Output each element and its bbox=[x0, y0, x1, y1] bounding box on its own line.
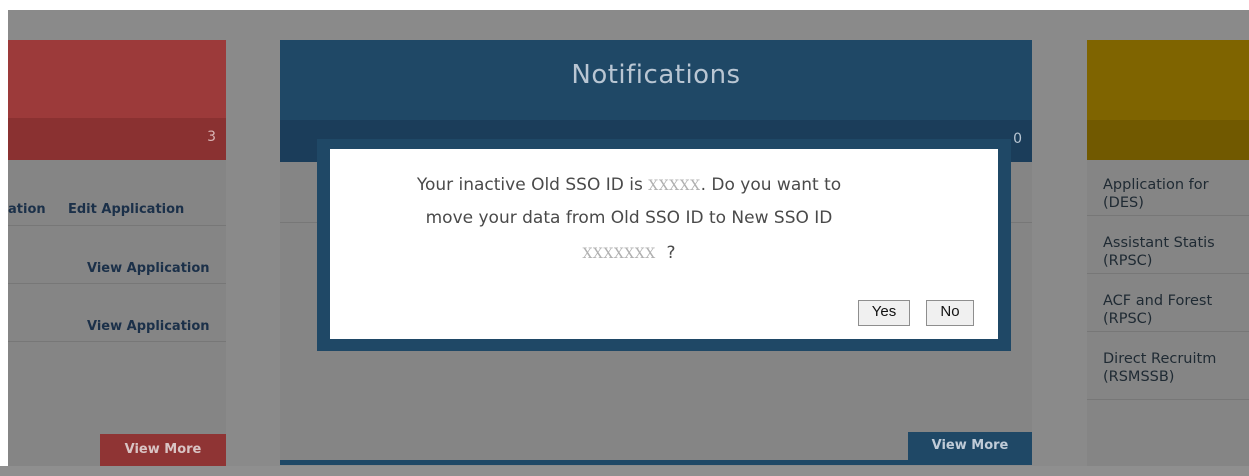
dialog-message-line1: Your inactive Old SSO ID is XXXXX. Do yo… bbox=[330, 175, 928, 195]
recruitment-panel-subheader bbox=[1087, 120, 1249, 160]
no-button[interactable]: No bbox=[926, 300, 974, 326]
recruitment-item-agency: (RSMSSB) bbox=[1103, 369, 1175, 385]
view-application-link[interactable]: View Application bbox=[87, 261, 210, 276]
row-divider bbox=[1087, 331, 1249, 332]
notifications-count: 0 bbox=[1013, 131, 1022, 147]
yes-button[interactable]: Yes bbox=[858, 300, 910, 326]
row-divider bbox=[8, 341, 226, 342]
new-sso-id: XXXXXXX bbox=[582, 246, 656, 262]
dialog-text: Your inactive Old SSO ID is bbox=[416, 175, 643, 195]
recruitment-item-title: ACF and Forest bbox=[1103, 293, 1213, 309]
recruitment-panel-header bbox=[1087, 40, 1249, 120]
left-edge bbox=[0, 0, 8, 476]
application-link-partial[interactable]: ation bbox=[8, 202, 46, 217]
dialog-message-line3: XXXXXXX ? bbox=[330, 243, 928, 263]
notifications-panel-bottom-bar bbox=[280, 460, 1032, 465]
row-divider bbox=[1087, 215, 1249, 216]
recruitment-item[interactable]: ACF and Forest (RPSC) bbox=[1103, 292, 1249, 328]
notifications-title: Notifications bbox=[571, 60, 741, 90]
sso-migration-dialog: Your inactive Old SSO ID is XXXXX. Do yo… bbox=[330, 149, 998, 339]
applications-view-more-button[interactable]: View More bbox=[100, 434, 226, 466]
bottom-strip bbox=[0, 466, 1249, 476]
recruitment-panel: Application for (DES) Assistant Statis (… bbox=[1087, 40, 1249, 472]
recruitment-item-title: Direct Recruitm bbox=[1103, 351, 1217, 367]
row-divider bbox=[1087, 399, 1249, 400]
question-mark: ? bbox=[666, 243, 676, 263]
dialog-message-line2: move your data from Old SSO ID to New SS… bbox=[425, 208, 833, 228]
notifications-panel-header: Notifications bbox=[280, 40, 1032, 120]
row-divider bbox=[8, 225, 226, 226]
recruitment-item[interactable]: Application for (DES) bbox=[1103, 176, 1249, 212]
applications-panel: 3 ation Edit Application View Applicatio… bbox=[8, 40, 226, 472]
recruitment-item[interactable]: Assistant Statis (RPSC) bbox=[1103, 234, 1249, 270]
recruitment-item-agency: (DES) bbox=[1103, 195, 1144, 211]
applications-count: 3 bbox=[207, 129, 216, 145]
recruitment-item-agency: (RPSC) bbox=[1103, 253, 1153, 269]
row-divider bbox=[1087, 273, 1249, 274]
applications-panel-subheader: 3 bbox=[8, 118, 226, 160]
recruitment-item-title: Application for bbox=[1103, 177, 1209, 193]
row-divider bbox=[8, 283, 226, 284]
notifications-view-more-button[interactable]: View More bbox=[908, 432, 1032, 460]
recruitment-item-agency: (RPSC) bbox=[1103, 311, 1153, 327]
applications-panel-header bbox=[8, 40, 226, 118]
view-application-link[interactable]: View Application bbox=[87, 319, 210, 334]
dialog-text: . Do you want to bbox=[700, 175, 842, 195]
top-strip bbox=[0, 0, 1249, 10]
old-sso-id: XXXXX bbox=[648, 178, 701, 194]
recruitment-item-title: Assistant Statis bbox=[1103, 235, 1215, 251]
edit-application-link[interactable]: Edit Application bbox=[68, 202, 184, 217]
recruitment-item[interactable]: Direct Recruitm (RSMSSB) bbox=[1103, 350, 1249, 386]
